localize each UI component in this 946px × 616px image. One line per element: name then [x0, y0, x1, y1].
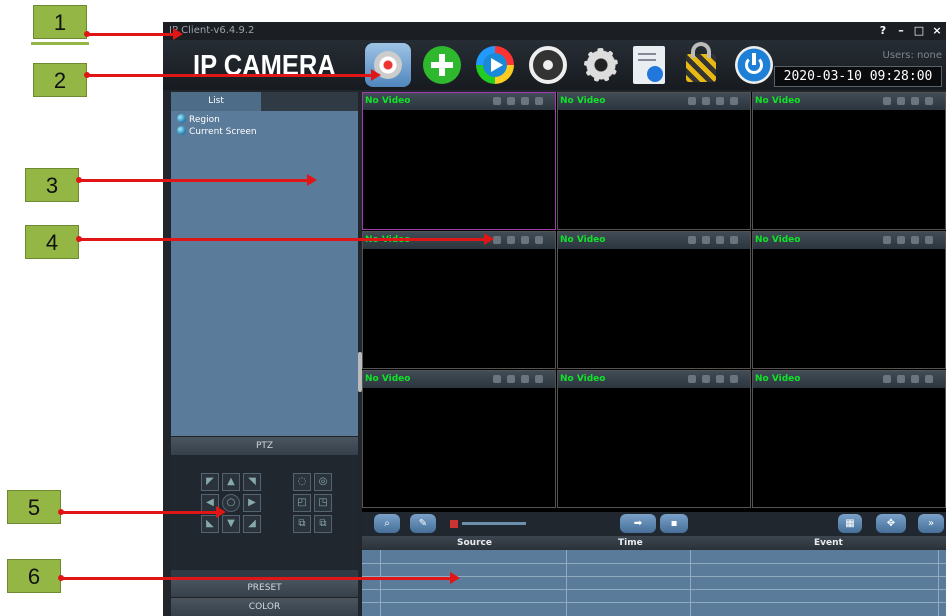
ptz-up-button[interactable]: ▲ — [222, 473, 240, 491]
callout-label-1: 1 — [33, 5, 87, 39]
zoom-in-icon[interactable]: ◌ — [293, 473, 311, 491]
left-panel: List Region Current Screen PTZ ◤ ▲ ◥ ◀ ○… — [171, 92, 358, 616]
no-video-label: No Video — [755, 235, 801, 245]
callout-arrow-2 — [84, 69, 381, 81]
event-table-header: Source Time Event — [362, 536, 946, 550]
callout-arrow-4 — [76, 233, 494, 245]
video-cell-3[interactable]: No Video — [752, 92, 946, 230]
log-document-icon[interactable] — [633, 46, 665, 84]
video-cell-7[interactable]: No Video — [362, 370, 556, 508]
tree-item-region[interactable]: Region — [177, 114, 220, 125]
fullscreen-icon[interactable]: ✥ — [876, 514, 906, 533]
help-button[interactable]: ? — [875, 23, 891, 39]
callout-label-6: 6 — [7, 559, 61, 593]
globe-icon — [177, 126, 186, 135]
preset-section-header[interactable]: PRESET — [171, 578, 358, 597]
ptz-control-icon[interactable] — [529, 46, 567, 84]
video-grid: No Video No Video No Video No Video No V… — [362, 92, 946, 512]
no-video-label: No Video — [560, 96, 606, 106]
ptz-up-right-button[interactable]: ◥ — [243, 473, 261, 491]
callout-label-2: 2 — [33, 63, 87, 97]
add-device-icon[interactable] — [423, 46, 461, 84]
users-status: Users: none — [882, 50, 943, 61]
video-cell-2[interactable]: No Video — [557, 92, 751, 230]
video-cell-4[interactable]: No Video — [362, 231, 556, 369]
grid-layout-icon[interactable]: ▦ — [838, 514, 862, 533]
video-cell-1[interactable]: No Video — [362, 92, 556, 230]
maximize-button[interactable]: □ — [911, 23, 927, 39]
close-button[interactable]: × — [929, 23, 945, 39]
callout-arrow-3 — [76, 174, 317, 186]
playback-icon[interactable] — [476, 46, 514, 84]
lock-icon[interactable] — [686, 42, 716, 82]
column-event: Event — [814, 538, 843, 548]
globe-icon — [177, 114, 186, 123]
title-bar: IP Client-v6.4.9.2 ? – □ × — [163, 22, 946, 40]
brand-logo: IP CAMERA — [193, 50, 336, 82]
iris-close-icon[interactable]: ⧉ — [314, 515, 332, 533]
tab-list[interactable]: List — [171, 92, 261, 111]
settings-gear-icon[interactable] — [582, 46, 620, 84]
search-icon[interactable]: ⌕ — [374, 514, 400, 533]
ptz-section-header[interactable]: PTZ — [171, 436, 358, 455]
ptz-right-button[interactable]: ▶ — [243, 494, 261, 512]
video-cell-6[interactable]: No Video — [752, 231, 946, 369]
focus-far-icon[interactable]: ◳ — [314, 494, 332, 512]
no-video-label: No Video — [365, 374, 411, 384]
device-list: Region Current Screen — [171, 111, 358, 436]
video-cell-5[interactable]: No Video — [557, 231, 751, 369]
iris-open-icon[interactable]: ⧉ — [293, 515, 311, 533]
focus-near-icon[interactable]: ◰ — [293, 494, 311, 512]
ip-client-window: IP Client-v6.4.9.2 ? – □ × IP CAMERA Use… — [163, 22, 946, 616]
expand-icon[interactable]: » — [918, 514, 944, 533]
no-video-label: No Video — [755, 96, 801, 106]
no-video-label: No Video — [365, 96, 411, 106]
callout-arrow-5 — [58, 506, 226, 518]
callout-arrow-1 — [84, 28, 183, 40]
record-icon[interactable]: ➡ — [620, 514, 656, 533]
color-section-header[interactable]: COLOR — [171, 597, 358, 616]
header: IP CAMERA Users: none 2020-03-10 09:28:0… — [163, 40, 946, 90]
mute-icon[interactable] — [450, 520, 458, 528]
callout-arrow-6 — [58, 572, 460, 584]
minimize-button[interactable]: – — [893, 23, 909, 39]
ptz-up-left-button[interactable]: ◤ — [201, 473, 219, 491]
video-cell-8[interactable]: No Video — [557, 370, 751, 508]
column-source: Source — [457, 538, 492, 548]
no-video-label: No Video — [560, 374, 606, 384]
video-cell-9[interactable]: No Video — [752, 370, 946, 508]
power-icon[interactable] — [735, 46, 773, 84]
snapshot-icon[interactable]: ▪ — [660, 514, 688, 533]
zoom-out-icon[interactable]: ◎ — [314, 473, 332, 491]
callout-label-4: 4 — [25, 225, 79, 259]
no-video-label: No Video — [560, 235, 606, 245]
datetime-display: 2020-03-10 09:28:00 — [774, 66, 942, 87]
volume-slider[interactable] — [462, 522, 526, 525]
tree-item-current-screen[interactable]: Current Screen — [177, 126, 257, 137]
tool-icon[interactable]: ✎ — [410, 514, 436, 533]
callout-label-3: 3 — [25, 168, 79, 202]
callout-label-5: 5 — [7, 490, 61, 524]
control-bar: ⌕ ✎ ➡ ▪ ▦ ✥ » — [362, 512, 946, 536]
no-video-label: No Video — [755, 374, 801, 384]
ptz-down-right-button[interactable]: ◢ — [243, 515, 261, 533]
column-time: Time — [618, 538, 643, 548]
